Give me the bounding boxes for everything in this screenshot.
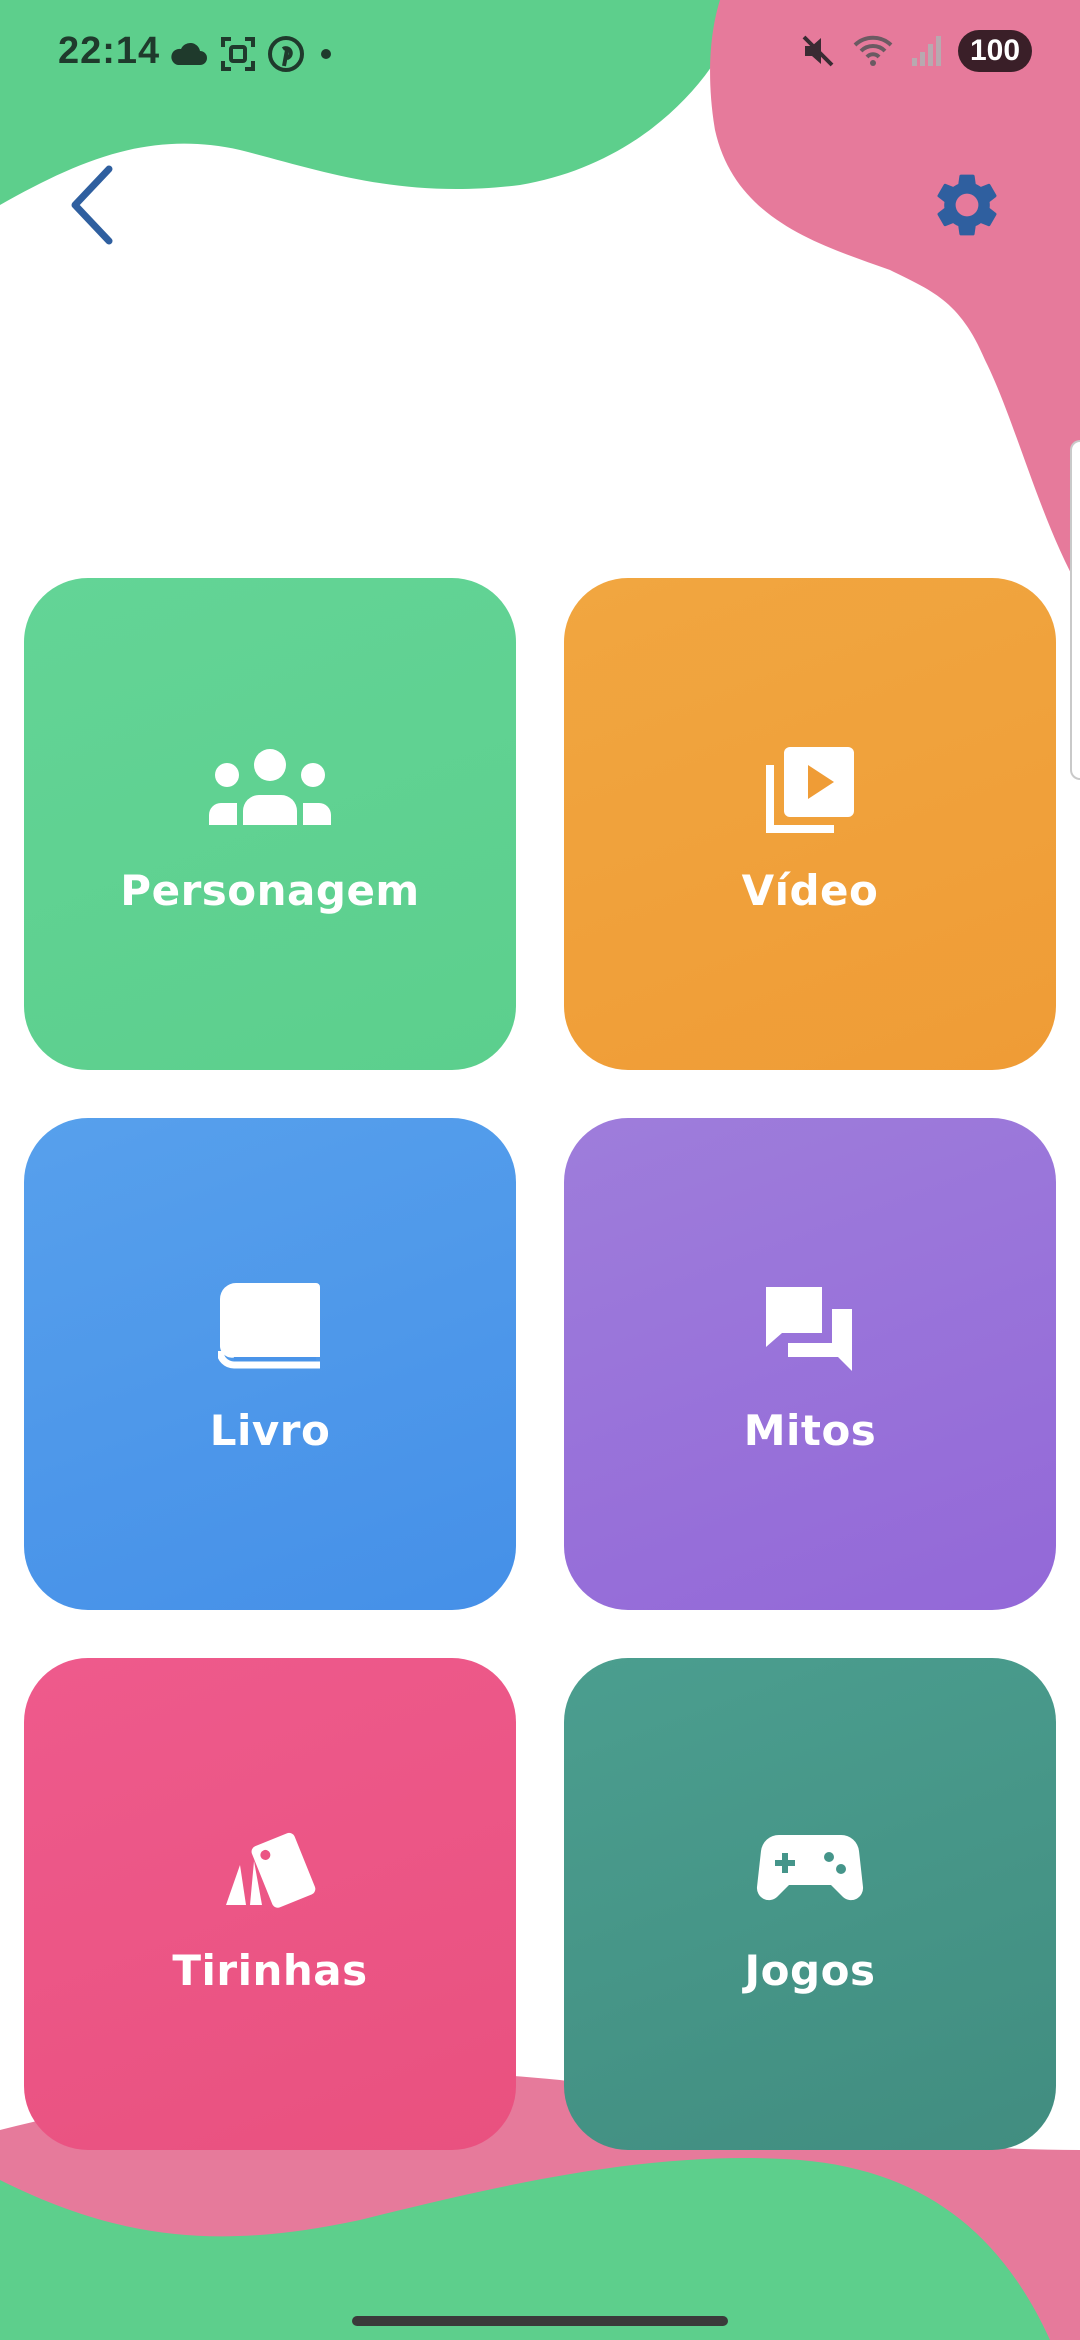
edge-panel-handle[interactable] <box>1070 440 1080 780</box>
tile-mitos[interactable]: Mitos <box>564 1118 1056 1610</box>
battery-indicator: 100 <box>958 30 1032 72</box>
tile-label: Jogos <box>744 1945 876 1995</box>
tile-label: Vídeo <box>741 865 879 915</box>
pinterest-icon <box>268 36 304 72</box>
mute-icon <box>802 35 834 67</box>
status-bar: 22:14 100 <box>0 0 1080 110</box>
screen-capture-icon <box>221 37 255 71</box>
group-icon <box>205 734 335 844</box>
tile-label: Livro <box>209 1405 331 1455</box>
gamepad-icon <box>745 1814 875 1924</box>
wifi-icon <box>853 35 893 66</box>
book-icon <box>205 1274 335 1384</box>
video-library-icon <box>745 734 875 844</box>
cards-icon <box>205 1814 335 1924</box>
tile-video[interactable]: Vídeo <box>564 578 1056 1070</box>
tile-livro[interactable]: Livro <box>24 1118 516 1610</box>
home-indicator[interactable] <box>352 2316 728 2326</box>
chevron-left-icon <box>71 165 113 245</box>
status-time: 22:14 <box>58 30 161 72</box>
tile-personagem[interactable]: Personagem <box>24 578 516 1070</box>
dot-icon <box>321 49 331 59</box>
menu-grid: Personagem Vídeo Livro Mitos Tirinhas Jo… <box>24 578 1056 2150</box>
cloud-icon <box>171 42 207 65</box>
status-right-icons: 100 <box>800 30 1032 72</box>
chat-bubbles-icon <box>745 1274 875 1384</box>
status-left-icons <box>168 36 336 72</box>
settings-button[interactable] <box>922 160 1012 250</box>
tile-label: Mitos <box>743 1405 877 1455</box>
back-button[interactable] <box>58 160 128 250</box>
tile-jogos[interactable]: Jogos <box>564 1658 1056 2150</box>
tile-tirinhas[interactable]: Tirinhas <box>24 1658 516 2150</box>
signal-icon <box>912 36 941 66</box>
gear-icon <box>937 174 997 236</box>
tile-label: Tirinhas <box>172 1945 368 1995</box>
tile-label: Personagem <box>120 865 420 915</box>
